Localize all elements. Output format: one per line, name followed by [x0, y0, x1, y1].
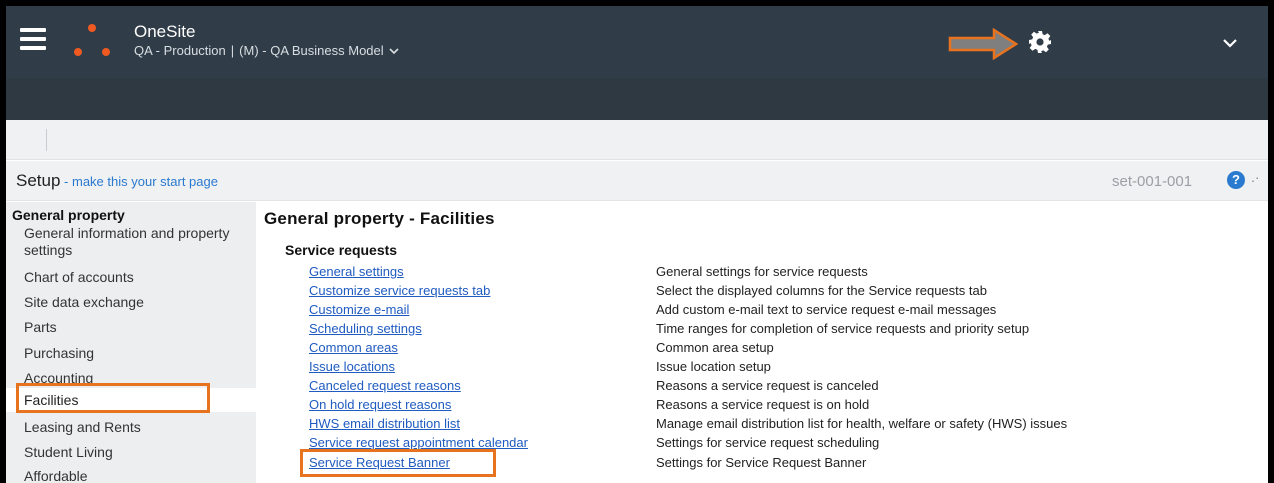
onesite-logo — [72, 24, 112, 58]
resize-handle-icon: .· — [1251, 169, 1260, 185]
desc-common-areas: Common area setup — [656, 340, 774, 355]
desc-service-request-appointment-calendar: Settings for service request scheduling — [656, 435, 880, 450]
setup-sidebar: General property General information and… — [6, 202, 256, 483]
chevron-down-icon — [389, 47, 399, 54]
link-canceled-request-reasons[interactable]: Canceled request reasons — [309, 378, 461, 393]
hamburger-icon[interactable] — [20, 28, 46, 50]
main-content: General property - Facilities Service re… — [258, 202, 1268, 483]
link-common-areas[interactable]: Common areas — [309, 340, 398, 355]
sidebar-item-accounting[interactable]: Accounting — [24, 370, 93, 387]
sidebar-item-affordable[interactable]: Affordable — [24, 468, 88, 483]
help-icon[interactable]: ? — [1227, 171, 1245, 189]
app-name: OneSite — [134, 22, 196, 41]
toolbar-strip — [6, 120, 1268, 160]
arrow-right-annotation-icon — [948, 28, 1018, 60]
sidebar-item-parts[interactable]: Parts — [24, 319, 57, 336]
start-page-dash: - — [60, 174, 72, 189]
desc-scheduling-settings: Time ranges for completion of service re… — [656, 321, 1030, 336]
content-title: General property - Facilities — [264, 209, 495, 228]
toolbar-divider — [46, 129, 47, 151]
property-selector[interactable]: QA - Production | (M) - QA Business Mode… — [134, 43, 399, 58]
page-code: set-001-001 — [1112, 173, 1193, 190]
start-page-link[interactable]: make this your start page — [72, 174, 218, 189]
link-issue-locations[interactable]: Issue locations — [309, 359, 395, 374]
sidebar-item-student-living[interactable]: Student Living — [24, 444, 113, 461]
sidebar-item-site-data-exchange[interactable]: Site data exchange — [24, 294, 144, 311]
desc-canceled-request-reasons: Reasons a service request is canceled — [656, 378, 879, 393]
link-customize-service-requests-tab[interactable]: Customize service requests tab — [309, 283, 490, 298]
sidebar-item-general-information[interactable]: General information and property setting… — [24, 225, 244, 259]
link-hws-email-distribution-list[interactable]: HWS email distribution list — [309, 416, 460, 431]
desc-service-request-banner: Settings for Service Request Banner — [656, 455, 867, 470]
link-customize-e-mail[interactable]: Customize e-mail — [309, 302, 409, 317]
sidebar-heading: General property — [12, 207, 125, 223]
desc-customize-service-requests-tab: Select the displayed columns for the Ser… — [656, 283, 987, 298]
page-title: Setup - make this your start page — [16, 171, 218, 191]
link-service-request-appointment-calendar[interactable]: Service request appointment calendar — [309, 435, 528, 450]
desc-issue-locations: Issue location setup — [656, 359, 771, 374]
desc-on-hold-request-reasons: Reasons a service request is on hold — [656, 397, 870, 412]
sidebar-item-leasing-and-rents[interactable]: Leasing and Rents — [24, 419, 141, 436]
top-header-bar: OneSite QA - Production | (M) - QA Busin… — [6, 6, 1268, 78]
sidebar-item-facilities[interactable]: Facilities — [6, 388, 256, 412]
gear-icon[interactable] — [1028, 30, 1052, 54]
link-on-hold-request-reasons[interactable]: On hold request reasons — [309, 397, 451, 412]
business-model-label: (M) - QA Business Model — [239, 43, 384, 58]
env-separator: | — [230, 43, 235, 58]
link-scheduling-settings[interactable]: Scheduling settings — [309, 321, 422, 336]
sidebar-item-chart-of-accounts[interactable]: Chart of accounts — [24, 269, 134, 286]
app-frame: OneSite QA - Production | (M) - QA Busin… — [6, 6, 1268, 483]
link-general-settings[interactable]: General settings — [309, 264, 404, 279]
chevron-down-icon[interactable] — [1222, 38, 1238, 48]
desc-general-settings: General settings for service requests — [656, 264, 868, 279]
desc-customize-e-mail: Add custom e-mail text to service reques… — [656, 302, 997, 317]
environment-label: QA - Production — [134, 43, 226, 58]
navigation-bar — [6, 78, 1268, 120]
setup-header: Setup - make this your start page set-00… — [6, 161, 1268, 201]
setup-title-text: Setup — [16, 171, 61, 190]
sidebar-item-purchasing[interactable]: Purchasing — [24, 345, 94, 362]
desc-hws-email-distribution-list: Manage email distribution list for healt… — [656, 416, 1068, 431]
link-service-request-banner[interactable]: Service Request Banner — [309, 455, 450, 470]
section-heading: Service requests — [285, 242, 398, 258]
